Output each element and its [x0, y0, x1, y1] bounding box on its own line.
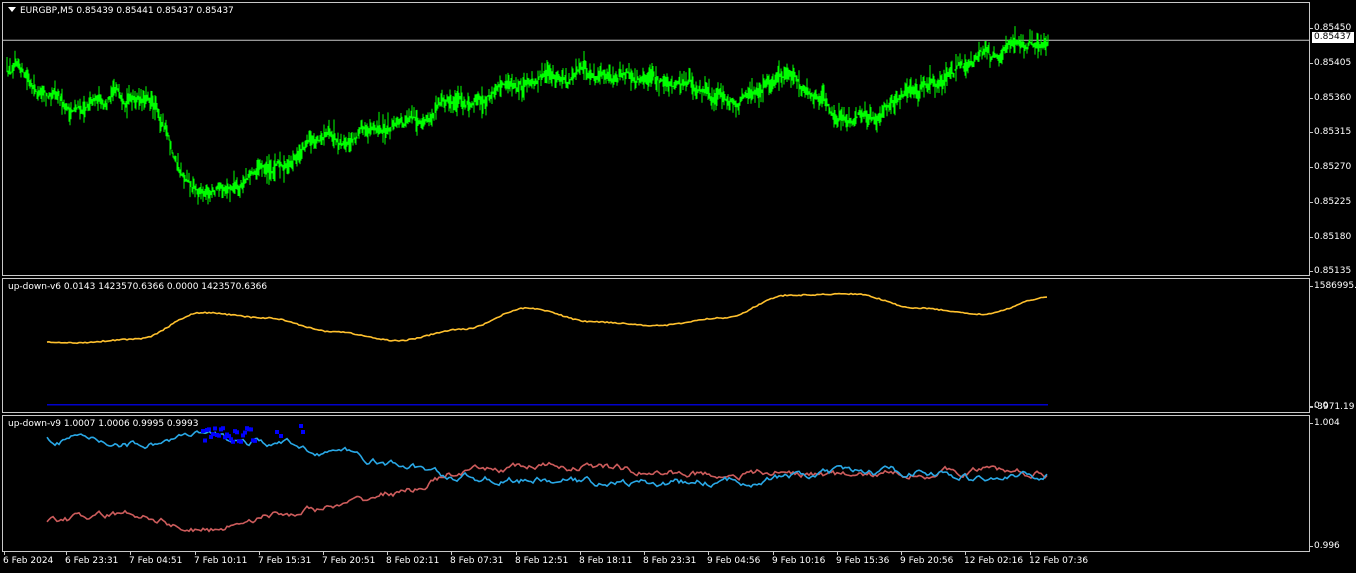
signal-marker	[275, 430, 279, 434]
indicator-v6-axis[interactable]: 1586995.00.0-3971.19	[1310, 278, 1356, 413]
time-tick-label: 6 Feb 23:31	[65, 556, 119, 566]
time-tick-label: 7 Feb 04:51	[129, 556, 183, 566]
main-chart-pane[interactable]: EURGBP,M5 0.85439 0.85441 0.85437 0.8543…	[2, 2, 1310, 276]
indicator-v9-svg	[46, 424, 1048, 533]
time-tick-mark	[965, 552, 966, 555]
time-tick-mark	[451, 552, 452, 555]
axis-tick-label: 0.85135	[1314, 266, 1352, 276]
axis-tick-mark	[1310, 271, 1313, 272]
axis-tick-mark	[1310, 28, 1313, 29]
triangle-down-icon[interactable]	[8, 7, 16, 12]
axis-tick-label: 1586995.0	[1314, 281, 1356, 291]
time-tick-label: 9 Feb 20:56	[900, 556, 954, 566]
time-tick-mark	[387, 552, 388, 555]
time-tick-label: 7 Feb 10:11	[194, 556, 248, 566]
time-tick-label: 8 Feb 18:11	[579, 556, 633, 566]
axis-tick-label: 0.85225	[1314, 197, 1352, 207]
signal-marker	[239, 439, 243, 444]
time-tick-mark	[130, 552, 131, 555]
time-tick-mark	[516, 552, 517, 555]
time-tick-mark	[708, 552, 709, 555]
indicator-v9-axis[interactable]: 1.004 0.996	[1310, 415, 1356, 552]
signal-marker	[279, 434, 283, 438]
indicator-v6-svg	[46, 292, 1048, 406]
time-tick-label: 9 Feb 10:16	[772, 556, 826, 566]
signal-marker	[207, 427, 211, 432]
indicator-v9-label: up-down-v9 1.0007 1.0006 0.9995 0.9993	[8, 419, 199, 429]
axis-tick-mark	[1310, 167, 1313, 168]
axis-tick-label: 0.996	[1314, 541, 1340, 551]
symbol-info-label: EURGBP,M5 0.85439 0.85441 0.85437 0.8543…	[8, 6, 234, 16]
time-tick-label: 12 Feb 02:16	[964, 556, 1024, 566]
time-tick-label: 8 Feb 07:31	[450, 556, 504, 566]
axis-tick-mark	[1310, 202, 1313, 203]
time-tick-mark	[644, 552, 645, 555]
axis-tick-label: 0.85360	[1314, 93, 1352, 103]
time-tick-label: 6 Feb 2024	[3, 556, 54, 566]
signal-marker	[253, 438, 257, 443]
time-tick-label: 12 Feb 07:36	[1029, 556, 1089, 566]
axis-tick-label: 0.85180	[1314, 232, 1352, 242]
indicator-v9-blue-line	[46, 430, 1048, 488]
symbol-info-text: EURGBP,M5 0.85439 0.85441 0.85437 0.8543…	[20, 6, 234, 16]
time-tick-mark	[323, 552, 324, 555]
price-axis[interactable]: 0.85450 0.85405 0.85360 0.85315 0.85270 0.852…	[1310, 2, 1356, 276]
price-chart-svg	[3, 26, 1309, 205]
signal-marker	[231, 439, 235, 444]
indicator-pane-up-down-v6[interactable]: up-down-v6 0.0143 1423570.6366 0.0000 14…	[2, 278, 1310, 413]
axis-tick-mark	[1310, 63, 1313, 64]
signal-marker	[203, 438, 207, 443]
axis-tick-mark	[1310, 98, 1313, 99]
axis-tick-mark	[1310, 237, 1313, 238]
indicator-v6-label: up-down-v6 0.0143 1423570.6366 0.0000 14…	[8, 282, 268, 292]
axis-tick-label: -3971.19	[1314, 402, 1355, 412]
time-tick-mark	[773, 552, 774, 555]
signal-marker	[301, 430, 305, 434]
axis-tick-mark	[1310, 423, 1313, 424]
axis-tick-mark	[1310, 286, 1313, 287]
signal-marker	[249, 427, 253, 432]
signal-marker	[243, 430, 247, 435]
indicator-pane-up-down-v9[interactable]: up-down-v9 1.0007 1.0006 0.9995 0.9993	[2, 415, 1310, 552]
axis-tick-mark	[1310, 132, 1313, 133]
time-tick-mark	[901, 552, 902, 555]
time-axis[interactable]: 6 Feb 2024 6 Feb 23:31 7 Feb 04:51 7 Feb 10…	[0, 552, 1310, 573]
signal-marker	[201, 429, 205, 434]
time-tick-label: 7 Feb 20:51	[322, 556, 376, 566]
axis-tick-label: 0.85315	[1314, 127, 1352, 137]
signal-marker	[217, 433, 221, 438]
time-tick-label: 8 Feb 02:11	[386, 556, 440, 566]
signal-marker	[235, 430, 239, 435]
signal-marker	[299, 424, 303, 428]
time-tick-mark	[66, 552, 67, 555]
axis-tick-mark	[1310, 407, 1313, 408]
indicator-v9-red-line	[46, 461, 1048, 533]
signal-marker	[213, 426, 217, 431]
axis-tick-label: 1.004	[1314, 418, 1340, 428]
time-tick-mark	[4, 552, 5, 555]
axis-tick-label: 0.85270	[1314, 162, 1352, 172]
time-tick-mark	[259, 552, 260, 555]
signal-marker	[221, 426, 225, 431]
time-tick-label: 9 Feb 15:36	[836, 556, 890, 566]
current-price-tag: 0.85437	[1312, 32, 1354, 43]
axis-tick-mark	[1310, 546, 1313, 547]
time-tick-label: 9 Feb 04:56	[707, 556, 761, 566]
price-bars-group	[6, 26, 1049, 205]
time-tick-label: 8 Feb 12:51	[515, 556, 569, 566]
indicator-v6-main-line	[46, 292, 1048, 345]
time-tick-mark	[1030, 552, 1031, 555]
time-tick-label: 8 Feb 23:31	[643, 556, 697, 566]
time-tick-mark	[837, 552, 838, 555]
time-tick-mark	[195, 552, 196, 555]
time-tick-label: 7 Feb 15:31	[258, 556, 312, 566]
axis-tick-label: 0.85405	[1314, 58, 1352, 68]
signal-marker	[211, 432, 215, 437]
time-tick-mark	[580, 552, 581, 555]
